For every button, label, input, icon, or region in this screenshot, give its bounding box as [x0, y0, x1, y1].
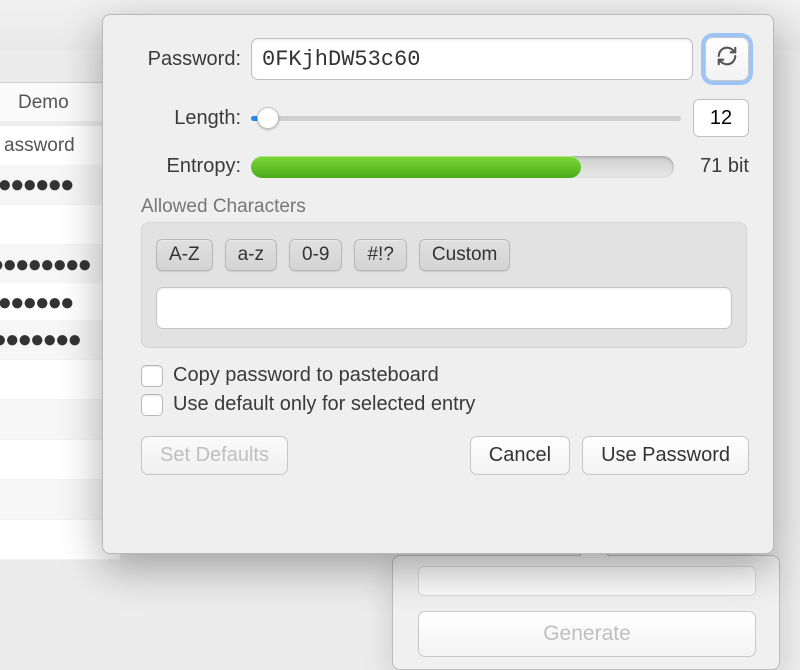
refresh-icon [716, 45, 738, 73]
default-for-selected-checkbox[interactable] [141, 394, 163, 416]
allowed-characters-box: A-Z a-z 0-9 #!? Custom [141, 222, 747, 348]
entropy-label: Entropy: [127, 155, 251, 178]
allowed-custom-button[interactable]: Custom [419, 239, 510, 271]
allowed-digits-button[interactable]: 0-9 [289, 239, 342, 271]
length-label: Length: [127, 107, 251, 130]
length-field[interactable] [693, 99, 749, 137]
password-field[interactable] [251, 38, 693, 80]
default-for-selected-label: Use default only for selected entry [173, 393, 475, 416]
copy-to-pasteboard-label: Copy password to pasteboard [173, 364, 439, 387]
entropy-value: 71 bit [700, 155, 749, 178]
password-generator-popover: Password: Length: [102, 14, 774, 554]
cancel-button[interactable]: Cancel [470, 436, 570, 475]
allowed-characters-label: Allowed Characters [141, 196, 749, 218]
password-label: Password: [127, 48, 251, 71]
length-slider[interactable] [251, 106, 681, 130]
generate-button[interactable]: Generate [418, 611, 756, 657]
allowed-upper-button[interactable]: A-Z [156, 239, 213, 271]
custom-characters-field[interactable] [156, 287, 732, 329]
copy-to-pasteboard-checkbox[interactable] [141, 365, 163, 387]
set-defaults-button[interactable]: Set Defaults [141, 436, 288, 475]
generate-inset [418, 566, 756, 596]
use-password-button[interactable]: Use Password [582, 436, 749, 475]
allowed-lower-button[interactable]: a-z [225, 239, 277, 271]
allowed-symbols-button[interactable]: #!? [354, 239, 406, 271]
generate-popover: Generate [392, 555, 780, 670]
refresh-button[interactable] [705, 37, 749, 81]
entropy-meter [251, 156, 674, 178]
